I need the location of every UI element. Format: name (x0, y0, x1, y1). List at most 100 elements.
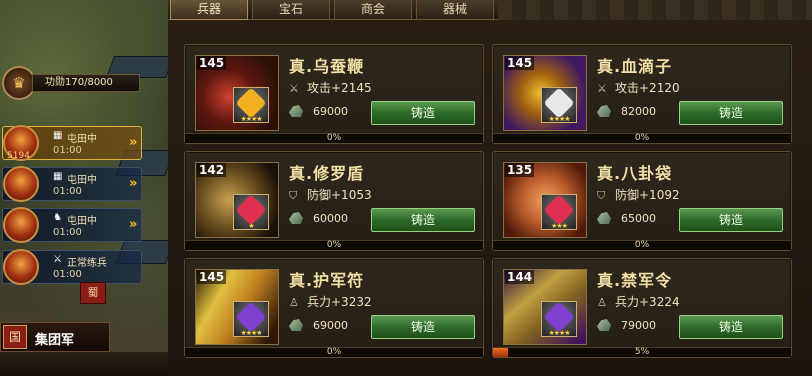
gem-slot[interactable]: ★★★★ (541, 87, 577, 123)
gem-icon (543, 87, 575, 119)
forge-progress-label: 0% (326, 240, 342, 250)
gem-stars: ★★★ (551, 222, 568, 230)
troop-timer: 01:00 (53, 186, 82, 197)
forge-progress: 5% (493, 347, 791, 357)
general-portrait (3, 207, 39, 243)
ore-icon (597, 105, 611, 117)
forge-progress: 0% (185, 347, 483, 357)
shield-icon: ⛉ (597, 189, 606, 202)
forge-progress-label: 5% (634, 347, 650, 357)
forge-progress: 0% (185, 240, 483, 250)
troop-slot-2[interactable]: ▦ 屯田中 01:00 » (2, 166, 142, 202)
ore-icon (289, 105, 303, 117)
horse-icon: ♞ (53, 212, 62, 223)
general-portrait (3, 166, 39, 202)
left-map-panel: ♛ 功勋170/8000 5194 ▦ 屯田中 01:00 » ▦ 屯田中 01… (0, 0, 168, 376)
weapon-level: 144 (505, 270, 535, 284)
expand-arrows-icon[interactable]: » (129, 176, 138, 191)
troop-state: 屯田中 (67, 175, 97, 186)
legion-emblem-icon: 国 (3, 325, 27, 349)
weapon-cost: 82000 (597, 105, 656, 118)
gem-slot[interactable]: ★★★ (541, 194, 577, 230)
troop-timer: 01:00 (53, 145, 82, 156)
general-portrait (3, 249, 39, 285)
weapon-card: 142 ★ 真.修罗盾 ⛉ 防御+1053 60000 铸造 0% (184, 151, 484, 251)
troop-slot-3[interactable]: ♞ 屯田中 01:00 » (2, 207, 142, 243)
gem-slot[interactable]: ★★★★ (541, 301, 577, 337)
weapon-level: 145 (197, 56, 227, 70)
gem-stars: ★★★★ (548, 329, 570, 337)
exploit-meter[interactable]: ♛ 功勋170/8000 (2, 66, 152, 100)
troop-timer: 01:00 (53, 269, 82, 280)
ore-icon (597, 319, 611, 331)
weapon-name: 真.禁军令 (597, 271, 673, 290)
weapon-card: 145 ★★★★ 真.乌蚕鞭 ⚔ 攻击+2145 69000 铸造 0% (184, 44, 484, 144)
soldier-icon: ♙ (289, 296, 299, 309)
forge-progress-label: 0% (326, 347, 342, 357)
forge-button[interactable]: 铸造 (679, 315, 783, 339)
ore-icon (289, 319, 303, 331)
forge-progress: 0% (493, 133, 791, 143)
weapon-name: 真.八卦袋 (597, 164, 673, 183)
tab-bar: 兵器 宝石 商会 器械 (168, 0, 812, 20)
weapon-stat: ♙ 兵力+3232 (289, 295, 372, 309)
weapon-cost: 60000 (289, 212, 348, 225)
troop-state: 正常练兵 (67, 258, 107, 269)
troop-timer: 01:00 (53, 227, 82, 238)
tab-guild[interactable]: 商会 (334, 0, 412, 20)
weapon-stat: ♙ 兵力+3224 (597, 295, 680, 309)
gem-icon (235, 301, 267, 333)
tab-gems[interactable]: 宝石 (252, 0, 330, 20)
weapon-cost: 69000 (289, 319, 348, 332)
sword-icon: ⚔ (597, 82, 607, 95)
weapon-level: 135 (505, 163, 535, 177)
gem-icon (235, 194, 267, 226)
weapon-level: 145 (505, 56, 535, 70)
gem-slot[interactable]: ★★★★ (233, 87, 269, 123)
tab-weapons[interactable]: 兵器 (170, 0, 248, 20)
side-footer (0, 352, 168, 376)
soldier-icon: ♙ (597, 296, 607, 309)
gem-slot[interactable]: ★ (233, 194, 269, 230)
exploit-emblem-icon: ♛ (2, 66, 36, 100)
weapon-level: 145 (197, 270, 227, 284)
forge-progress-label: 0% (634, 133, 650, 143)
weapon-cost: 69000 (289, 105, 348, 118)
weapon-cost: 65000 (597, 212, 656, 225)
weapon-name: 真.血滴子 (597, 57, 673, 76)
troop-level: 5194 (7, 151, 30, 161)
weapon-card: 145 ★★★★ 真.护军符 ♙ 兵力+3232 69000 铸造 0% (184, 258, 484, 358)
tab-siege[interactable]: 器械 (416, 0, 494, 20)
forge-button[interactable]: 铸造 (371, 208, 475, 232)
troop-slot-4[interactable]: ⚔ 正常练兵 01:00 (2, 249, 142, 285)
training-icon: ⚔ (53, 254, 62, 265)
gem-stars: ★★★★ (240, 115, 262, 123)
gem-slot[interactable]: ★★★★ (233, 301, 269, 337)
forge-progress: 0% (493, 240, 791, 250)
gem-stars: ★ (248, 222, 254, 230)
exploit-label: 功勋170/8000 (32, 74, 140, 92)
weapon-stat: ⛉ 防御+1092 (597, 188, 680, 202)
forge-button[interactable]: 铸造 (679, 101, 783, 125)
weapon-card: 144 ★★★★ 真.禁军令 ♙ 兵力+3224 79000 铸造 5% (492, 258, 792, 358)
gem-icon (543, 194, 575, 226)
forge-button[interactable]: 铸造 (371, 315, 475, 339)
ore-icon (597, 212, 611, 224)
weapon-name: 真.乌蚕鞭 (289, 57, 365, 76)
weapon-cost: 79000 (597, 319, 656, 332)
tab-bar-filler (498, 0, 812, 20)
troop-slot-1[interactable]: 5194 ▦ 屯田中 01:00 » (2, 125, 142, 161)
expand-arrows-icon[interactable]: » (129, 135, 138, 150)
gem-icon (543, 301, 575, 333)
expand-arrows-icon[interactable]: » (129, 217, 138, 232)
forge-button[interactable]: 铸造 (679, 208, 783, 232)
legion-label: 集团军 (35, 333, 75, 348)
gem-icon (235, 87, 267, 119)
legion-button[interactable]: 国 集团军 (0, 322, 110, 352)
weapon-stat: ⚔ 攻击+2145 (289, 81, 372, 95)
weapon-level: 142 (197, 163, 227, 177)
field-icon: ▦ (53, 130, 63, 141)
forge-button[interactable]: 铸造 (371, 101, 475, 125)
gem-stars: ★★★★ (240, 329, 262, 337)
weapon-stat: ⚔ 攻击+2120 (597, 81, 680, 95)
